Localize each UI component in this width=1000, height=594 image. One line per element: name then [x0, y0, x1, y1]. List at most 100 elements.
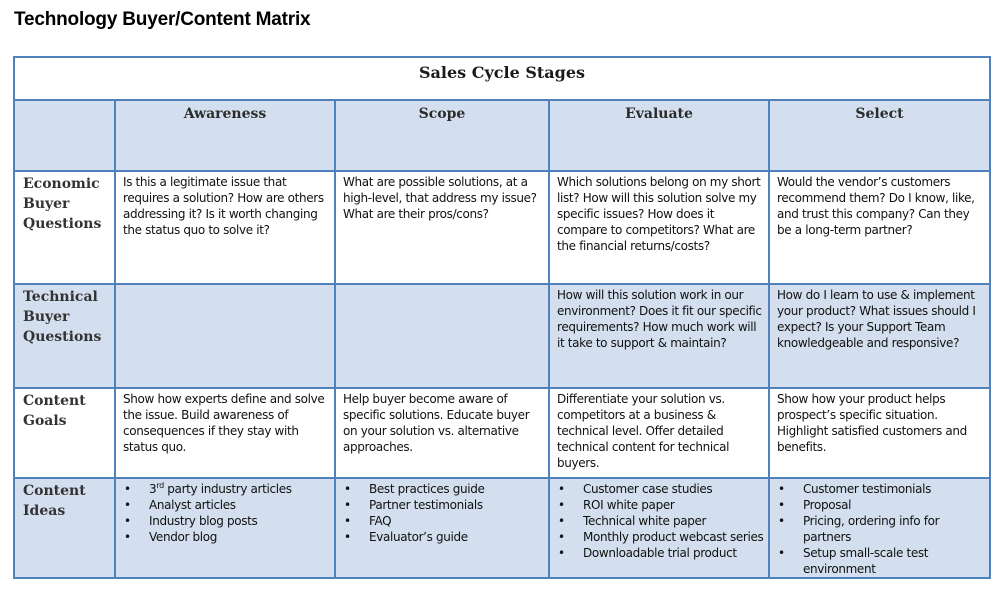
idea-item: • Partner testimonials	[342, 497, 544, 513]
idea-item: • 3rd party industry articles	[122, 481, 330, 497]
idea-text: Setup small-scale test environment	[803, 546, 929, 576]
stage-header-scope: Scope	[334, 99, 550, 172]
idea-item: • Monthly product webcast series	[556, 529, 764, 545]
idea-text-superscript: rd	[156, 481, 164, 490]
ideas-list: • Best practices guide • Partner testimoni…	[336, 479, 548, 545]
bullet-icon: •	[124, 482, 131, 496]
technical-buyer-row: Technical Buyer Questions How will this …	[13, 283, 991, 389]
stage-header-select: Select	[768, 99, 991, 172]
stage-header-awareness: Awareness	[114, 99, 336, 172]
idea-text: Proposal	[803, 498, 852, 512]
bullet-icon: •	[124, 514, 131, 528]
content-ideas-row: Content Ideas • 3rd party industry articl…	[13, 477, 991, 579]
idea-item: • Proposal	[776, 497, 985, 513]
ideas-cell-evaluate: • Customer case studies • ROI white paper …	[548, 477, 770, 579]
idea-text: Pricing, ordering info for partners	[803, 514, 940, 544]
cell-text: Help buyer become aware of specific solu…	[343, 392, 530, 454]
ideas-list: • Customer case studies • ROI white paper …	[550, 479, 768, 561]
sales-cycle-header-cell: Sales Cycle Stages	[13, 56, 991, 101]
corner-cell	[13, 99, 116, 172]
matrix-cell: Which solutions belong on my short list?…	[548, 170, 770, 285]
stage-label: Evaluate	[625, 106, 693, 122]
bullet-icon: •	[558, 530, 565, 544]
cell-text: Differentiate your solution vs. competit…	[557, 392, 730, 470]
stage-label: Awareness	[183, 106, 267, 122]
idea-item: • Setup small-scale test environment	[776, 545, 985, 577]
idea-item: • Downloadable trial product	[556, 545, 764, 561]
matrix-cell: Is this a legitimate issue that requires…	[114, 170, 336, 285]
bullet-icon: •	[778, 546, 785, 560]
bullet-icon: •	[778, 514, 785, 528]
idea-item: • Vendor blog	[122, 529, 330, 545]
row-label-cell: Content Goals	[13, 387, 116, 479]
bullet-icon: •	[558, 482, 565, 496]
sales-cycle-header-row: Sales Cycle Stages	[13, 56, 991, 101]
matrix-cell: What are possible solutions, at a high-l…	[334, 170, 550, 285]
matrix-cell	[334, 283, 550, 389]
idea-item: • Evaluator’s guide	[342, 529, 544, 545]
row-label-content-goals: Content Goals	[23, 393, 86, 429]
matrix-cell: Differentiate your solution vs. competit…	[548, 387, 770, 479]
row-label-economic-buyer: Economic Buyer Questions	[23, 176, 102, 232]
matrix-cell: How will this solution work in our envir…	[548, 283, 770, 389]
matrix-cell: Help buyer become aware of specific solu…	[334, 387, 550, 479]
idea-item: • Customer testimonials	[776, 481, 985, 497]
cell-text: How will this solution work in our envir…	[557, 288, 762, 350]
stage-label: Select	[855, 106, 904, 122]
row-label-cell: Content Ideas	[13, 477, 116, 579]
bullet-icon: •	[124, 530, 131, 544]
buyer-content-matrix: Sales Cycle Stages Awareness Scope Evalu…	[13, 56, 991, 579]
stage-label: Scope	[418, 106, 466, 122]
matrix-cell: Would the vendor’s customers recommend t…	[768, 170, 991, 285]
cell-text: Show how your product helps prospect’s s…	[777, 392, 967, 454]
bullet-icon: •	[778, 498, 785, 512]
cell-text: Would the vendor’s customers recommend t…	[777, 175, 975, 237]
idea-text: Best practices guide	[369, 482, 485, 496]
ideas-cell-select: • Customer testimonials • Proposal • Pricin…	[768, 477, 991, 579]
content-goals-row: Content Goals Show how experts define an…	[13, 387, 991, 479]
idea-item: • Analyst articles	[122, 497, 330, 513]
idea-text: Evaluator’s guide	[369, 530, 468, 544]
bullet-icon: •	[558, 514, 565, 528]
matrix-cell: How do I learn to use & implement your p…	[768, 283, 991, 389]
idea-text: Technical white paper	[583, 514, 707, 528]
cell-text: Show how experts define and solve the is…	[123, 392, 325, 454]
idea-text: Vendor blog	[149, 530, 218, 544]
bullet-icon: •	[344, 482, 351, 496]
idea-text: Customer testimonials	[803, 482, 932, 496]
idea-item: • Industry blog posts	[122, 513, 330, 529]
idea-text: Customer case studies	[583, 482, 713, 496]
ideas-list: • Customer testimonials • Proposal • Pricin…	[770, 479, 989, 577]
stage-header-row: Awareness Scope Evaluate Select	[13, 99, 991, 172]
matrix-cell: Show how experts define and solve the is…	[114, 387, 336, 479]
bullet-icon: •	[344, 498, 351, 512]
matrix-cell: Show how your product helps prospect’s s…	[768, 387, 991, 479]
idea-text: Industry blog posts	[149, 514, 258, 528]
row-label-technical-buyer: Technical Buyer Questions	[23, 289, 102, 345]
idea-item: • FAQ	[342, 513, 544, 529]
bullet-icon: •	[344, 530, 351, 544]
bullet-icon: •	[344, 514, 351, 528]
idea-item: • Best practices guide	[342, 481, 544, 497]
idea-item: • ROI white paper	[556, 497, 764, 513]
cell-text: Which solutions belong on my short list?…	[557, 175, 761, 253]
document-title: Technology Buyer/Content Matrix	[14, 9, 311, 30]
idea-text: Analyst articles	[149, 498, 236, 512]
ideas-cell-scope: • Best practices guide • Partner testimoni…	[334, 477, 550, 579]
row-label-cell: Technical Buyer Questions	[13, 283, 116, 389]
idea-item: • Pricing, ordering info for partners	[776, 513, 985, 545]
bullet-icon: •	[778, 482, 785, 496]
sales-cycle-title: Sales Cycle Stages	[418, 63, 586, 82]
economic-buyer-row: Economic Buyer Questions Is this a legit…	[13, 170, 991, 285]
row-label-cell: Economic Buyer Questions	[13, 170, 116, 285]
idea-text: Monthly product webcast series	[583, 530, 764, 544]
cell-text	[116, 285, 334, 287]
idea-text: FAQ	[369, 514, 392, 528]
ideas-list: • 3rd party industry articles • Analyst ar…	[116, 479, 334, 545]
idea-item: • Technical white paper	[556, 513, 764, 529]
cell-text: Is this a legitimate issue that requires…	[123, 175, 324, 237]
matrix-cell	[114, 283, 336, 389]
idea-text: Downloadable trial product	[583, 546, 737, 560]
bullet-icon: •	[124, 498, 131, 512]
row-label-content-ideas: Content Ideas	[23, 483, 86, 519]
